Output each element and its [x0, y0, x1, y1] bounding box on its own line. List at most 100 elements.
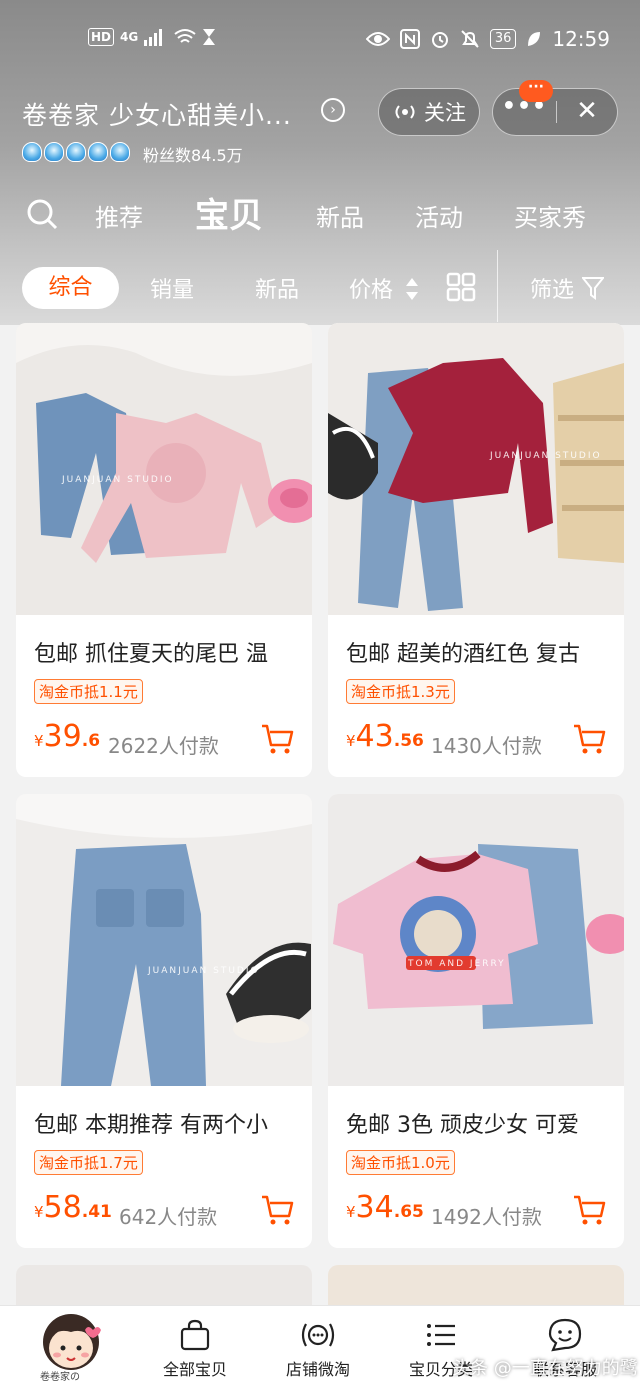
- hourglass-icon: [203, 29, 216, 45]
- product-title[interactable]: 包邮 本期推荐 有两个小: [34, 1107, 304, 1139]
- nav-label: 店铺微淘: [285, 1360, 350, 1379]
- shop-rating-crowns: [22, 142, 130, 162]
- product-title[interactable]: 免邮 3色 顽皮少女 可爱: [346, 1107, 616, 1139]
- product-card[interactable]: JUANJUAN STUDIO 包邮 超美的酒红色 复古 淘金币抵1.3元 ¥4…: [328, 323, 624, 777]
- search-icon[interactable]: [26, 198, 58, 230]
- eye-icon: [365, 32, 390, 46]
- coin-discount-tag: 淘金币抵1.1元: [34, 679, 143, 704]
- close-button[interactable]: ✕: [557, 89, 617, 134]
- shop-avatar[interactable]: [38, 1310, 104, 1372]
- shopping-bag-icon: [180, 1319, 210, 1351]
- crown-icon: [44, 142, 64, 162]
- cart-icon[interactable]: [572, 1194, 606, 1226]
- leaf-icon: [528, 32, 541, 46]
- sold-count: 1492人付款: [431, 1205, 542, 1229]
- nav-label: 全部宝贝: [162, 1360, 227, 1379]
- product-card[interactable]: JUANJUAN STUDIO 包邮 本期推荐 有两个小 淘金币抵1.7元 ¥5…: [16, 794, 312, 1248]
- status-bar: HD 4G 36 12:59: [0, 22, 640, 58]
- product-image[interactable]: [328, 794, 624, 1086]
- price-decimal: .56: [393, 731, 424, 751]
- filter-button[interactable]: 筛选: [530, 272, 574, 304]
- cart-icon[interactable]: [572, 723, 606, 755]
- tab-buyer-show[interactable]: 买家秀: [514, 198, 586, 233]
- product-image[interactable]: [16, 323, 312, 615]
- crown-icon: [66, 142, 86, 162]
- coin-discount-tag: 淘金币抵1.3元: [346, 679, 455, 704]
- broadcast-icon: [301, 1323, 335, 1347]
- currency-symbol: ¥: [346, 732, 356, 750]
- sort-price[interactable]: 价格: [349, 272, 393, 304]
- sold-count: 1430人付款: [431, 734, 542, 758]
- product-price: ¥39.6: [34, 719, 100, 754]
- follow-label: 关注: [424, 101, 466, 125]
- product-title[interactable]: 包邮 超美的酒红色 复古: [346, 636, 616, 668]
- notification-badge: ···: [519, 80, 553, 102]
- product-price: ¥34.65: [346, 1190, 424, 1225]
- wifi-icon: [174, 29, 196, 43]
- signal-icon: [144, 29, 163, 46]
- currency-symbol: ¥: [346, 1203, 356, 1221]
- image-watermark: JUANJUAN STUDIO: [62, 475, 174, 485]
- price-integer: 39: [43, 719, 82, 754]
- product-title[interactable]: 包邮 抓住夏天的尾巴 温: [34, 636, 304, 668]
- product-card[interactable]: JUANJUAN STUDIO 包邮 抓住夏天的尾巴 温 淘金币抵1.1元 ¥3…: [16, 323, 312, 777]
- tab-products[interactable]: 宝贝: [195, 188, 263, 237]
- filter-divider: [497, 250, 498, 322]
- sort-new[interactable]: 新品: [255, 272, 299, 304]
- sort-arrows-icon: [406, 278, 418, 300]
- image-watermark: JUANJUAN STUDIO: [490, 451, 602, 461]
- price-integer: 43: [355, 719, 394, 754]
- tab-activity[interactable]: 活动: [415, 198, 463, 233]
- shop-name[interactable]: 卷卷家 少女心甜美小...: [22, 96, 292, 132]
- alarm-icon: [431, 32, 448, 48]
- nav-shop-feed[interactable]: 店铺微淘: [263, 1318, 373, 1380]
- follow-button[interactable]: 关注: [378, 88, 480, 136]
- price-integer: 34: [355, 1190, 394, 1225]
- mute-icon: [461, 30, 479, 48]
- tab-new[interactable]: 新品: [316, 198, 364, 233]
- coin-discount-tag: 淘金币抵1.7元: [34, 1150, 143, 1175]
- crown-icon: [22, 142, 42, 162]
- product-image[interactable]: [328, 323, 624, 615]
- product-image[interactable]: [16, 794, 312, 1086]
- hd-indicator: HD: [88, 28, 115, 46]
- avatar-label: 卷卷家の: [40, 1372, 80, 1383]
- image-watermark: JUANJUAN STUDIO: [148, 966, 260, 976]
- cart-icon[interactable]: [260, 1194, 294, 1226]
- image-watermark: TOM AND JERRY: [408, 959, 506, 969]
- crown-icon: [88, 142, 108, 162]
- clock: 12:59: [552, 27, 610, 51]
- shop-tabs: 推荐 宝贝 新品 活动 买家秀: [0, 188, 640, 244]
- grid-view-icon[interactable]: [446, 272, 476, 302]
- product-card[interactable]: TOM AND JERRY 免邮 3色 顽皮少女 可爱 淘金币抵1.0元 ¥34…: [328, 794, 624, 1248]
- sort-filter-bar: 综合 销量 新品 价格 筛选: [0, 250, 640, 322]
- miniapp-capsule: ••• ✕: [492, 88, 618, 136]
- price-decimal: .65: [393, 1202, 424, 1222]
- currency-symbol: ¥: [34, 1203, 44, 1221]
- chevron-right-icon[interactable]: ›: [321, 98, 345, 122]
- nfc-icon: [399, 29, 420, 49]
- nav-all-products[interactable]: 全部宝贝: [140, 1318, 250, 1380]
- live-signal-icon: [395, 105, 415, 119]
- sort-sales[interactable]: 销量: [150, 272, 194, 304]
- crown-icon: [110, 142, 130, 162]
- sold-count: 2622人付款: [108, 734, 219, 758]
- sort-comprehensive[interactable]: 综合: [22, 267, 119, 309]
- shop-header: HD 4G 36 12:59 卷卷家 少女心甜美小... › 粉丝数84.5万: [0, 0, 640, 325]
- list-icon: [427, 1324, 455, 1346]
- fans-count: 粉丝数84.5万: [143, 146, 243, 165]
- cart-icon[interactable]: [260, 723, 294, 755]
- price-decimal: .6: [81, 731, 101, 751]
- tab-recommend[interactable]: 推荐: [95, 198, 143, 233]
- sold-count: 642人付款: [119, 1205, 218, 1229]
- chat-smile-icon: [548, 1318, 582, 1352]
- product-price: ¥58.41: [34, 1190, 112, 1225]
- price-decimal: .41: [81, 1202, 112, 1222]
- funnel-icon[interactable]: [582, 276, 604, 300]
- source-watermark: 头条 @一直在努力的鹭: [452, 1358, 638, 1379]
- currency-symbol: ¥: [34, 732, 44, 750]
- product-price: ¥43.56: [346, 719, 424, 754]
- coin-discount-tag: 淘金币抵1.0元: [346, 1150, 455, 1175]
- price-integer: 58: [43, 1190, 82, 1225]
- network-indicator: 4G: [120, 30, 139, 44]
